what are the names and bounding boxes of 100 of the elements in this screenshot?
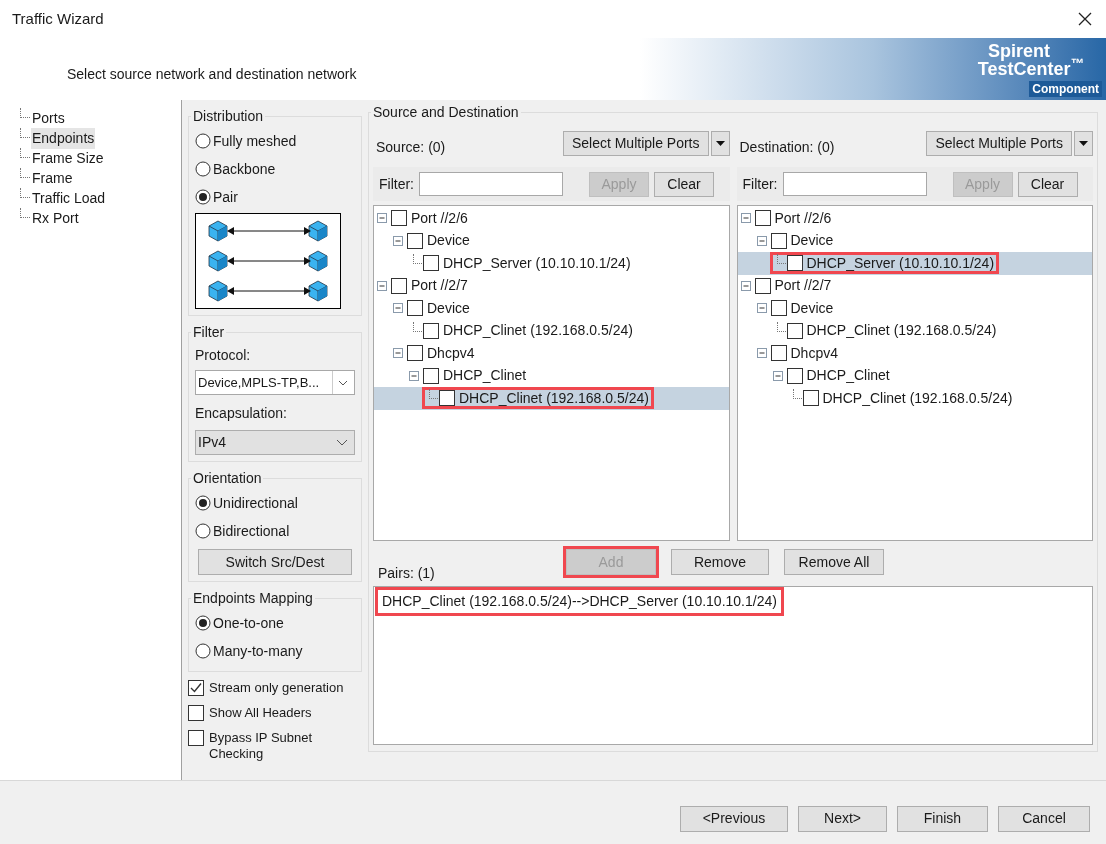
collapse-icon[interactable]: [772, 370, 783, 381]
tree-item[interactable]: DHCP_Clinet (192.168.0.5/24): [439, 320, 635, 342]
checkbox[interactable]: [786, 367, 803, 384]
radio-button[interactable]: [195, 643, 211, 659]
nav-item[interactable]: Rx Port: [31, 207, 80, 229]
radio-button[interactable]: [195, 161, 211, 177]
tree-item[interactable]: Device: [786, 230, 836, 252]
checkbox-label: Stream only generation: [209, 680, 345, 696]
checkbox[interactable]: [391, 277, 407, 294]
nav-item[interactable]: Ports: [31, 107, 66, 129]
checkbox[interactable]: [188, 705, 204, 721]
checkbox[interactable]: [754, 210, 771, 227]
checkbox[interactable]: [407, 345, 423, 362]
collapse-icon[interactable]: [740, 213, 751, 224]
pair-action-button[interactable]: Remove: [671, 549, 769, 575]
nav-item[interactable]: Traffic Load: [31, 187, 107, 209]
checkbox-label: Show All Headers: [209, 705, 313, 721]
tree-item[interactable]: Device: [786, 297, 836, 319]
checkbox[interactable]: [786, 255, 803, 272]
checkbox[interactable]: [802, 390, 819, 407]
tree-item[interactable]: Port //2/7: [770, 275, 834, 297]
collapse-icon[interactable]: [756, 303, 767, 314]
collapse-icon[interactable]: [377, 213, 387, 224]
checkbox[interactable]: [770, 232, 787, 249]
nav-item[interactable]: Frame: [31, 167, 74, 189]
checkbox[interactable]: [423, 255, 439, 272]
collapse-icon[interactable]: [393, 235, 403, 246]
window-title: Traffic Wizard: [12, 8, 104, 29]
checkbox[interactable]: [423, 322, 439, 339]
radio-button[interactable]: [195, 495, 211, 511]
checkbox[interactable]: [407, 300, 423, 317]
radio-label: Pair: [213, 187, 238, 207]
tree-item[interactable]: Device: [423, 297, 472, 319]
clear-button[interactable]: Clear: [654, 171, 714, 197]
wizard-button[interactable]: <Previous: [680, 805, 788, 832]
caret-icon: [1079, 140, 1088, 146]
checkbox[interactable]: [786, 322, 803, 339]
logo-tagline: Component: [1029, 81, 1102, 97]
radio-label: Fully meshed: [213, 131, 297, 151]
select-ports-button[interactable]: Select Multiple Ports: [926, 130, 1072, 156]
checkbox[interactable]: [188, 680, 204, 696]
tree-item[interactable]: Port //2/7: [407, 275, 470, 297]
tree-item[interactable]: Dhcpv4: [423, 342, 477, 364]
tree-item[interactable]: Port //2/6: [770, 207, 834, 229]
clear-button[interactable]: Clear: [1017, 171, 1078, 197]
wizard-subtitle: Select source network and destination network: [67, 66, 357, 82]
wizard-button[interactable]: Cancel: [998, 805, 1090, 832]
tree-item[interactable]: DHCP_Clinet (192.168.0.5/24): [455, 387, 651, 409]
tree-item[interactable]: DHCP_Server (10.10.10.1/24): [802, 252, 997, 274]
checkbox[interactable]: [423, 367, 439, 384]
nav-item[interactable]: Frame Size: [31, 147, 105, 169]
dropdown-button[interactable]: [710, 130, 730, 156]
checkbox[interactable]: [754, 277, 771, 294]
select-ports-button[interactable]: Select Multiple Ports: [562, 130, 709, 156]
pair-action-button[interactable]: Remove All: [784, 549, 884, 575]
filter-field[interactable]: [419, 172, 563, 196]
tree-item[interactable]: DHCP_Server (10.10.10.1/24): [439, 252, 633, 274]
collapse-icon[interactable]: [740, 280, 751, 291]
wizard-button[interactable]: Finish: [897, 805, 988, 832]
pair-entry[interactable]: DHCP_Clinet (192.168.0.5/24)-->DHCP_Server (10.10.10.1/24): [378, 590, 781, 613]
radio-label: Backbone: [213, 159, 276, 179]
checkbox[interactable]: [770, 345, 787, 362]
checkbox[interactable]: [439, 390, 455, 407]
close-icon[interactable]: [1078, 12, 1092, 26]
tree-item[interactable]: DHCP_Clinet: [802, 365, 892, 387]
radio-button[interactable]: [195, 523, 211, 539]
radio-button[interactable]: [195, 615, 211, 631]
protocol-dropdown[interactable]: Device,MPLS-TP,B...: [195, 370, 355, 395]
checkbox[interactable]: [407, 232, 423, 249]
tree-item[interactable]: DHCP_Clinet: [439, 365, 529, 387]
collapse-icon[interactable]: [756, 235, 767, 246]
filter-field[interactable]: [782, 172, 927, 196]
tree-item[interactable]: Dhcpv4: [786, 342, 840, 364]
radio-button[interactable]: [195, 133, 211, 149]
checkbox[interactable]: [770, 300, 787, 317]
checkbox-label: Bypass IP Subnet Checking: [209, 730, 314, 762]
checkbox[interactable]: [188, 730, 204, 746]
tree-item[interactable]: DHCP_Clinet (192.168.0.5/24): [802, 320, 999, 342]
collapse-icon[interactable]: [409, 370, 419, 381]
tree-item[interactable]: Port //2/6: [407, 207, 470, 229]
tree-item[interactable]: Device: [423, 230, 472, 252]
collapse-icon[interactable]: [393, 303, 403, 314]
switch-button[interactable]: Switch Src/Dest: [198, 549, 352, 575]
collapse-icon[interactable]: [393, 348, 403, 359]
panel-label: Destination: (0): [738, 137, 835, 157]
logo-text: TestCenter$^{™}$: [977, 60, 1085, 78]
collapse-icon[interactable]: [377, 280, 387, 291]
pairs-label: Pairs: (1): [378, 564, 435, 583]
wizard-button[interactable]: Next>: [798, 805, 887, 832]
collapse-icon[interactable]: [756, 348, 767, 359]
dropdown-button[interactable]: [1074, 130, 1093, 156]
nav-item[interactable]: Endpoints: [31, 127, 96, 149]
logo-text: Spirent: [988, 42, 1051, 60]
tree-item[interactable]: DHCP_Clinet (192.168.0.5/24): [818, 387, 1015, 409]
radio-label: Unidirectional: [213, 493, 298, 513]
group-title: Filter: [192, 323, 226, 342]
encapsulation-dropdown[interactable]: IPv4: [195, 430, 355, 455]
radio-button[interactable]: [195, 189, 211, 205]
filter-label: Filter:: [742, 174, 778, 194]
checkbox[interactable]: [391, 210, 407, 227]
